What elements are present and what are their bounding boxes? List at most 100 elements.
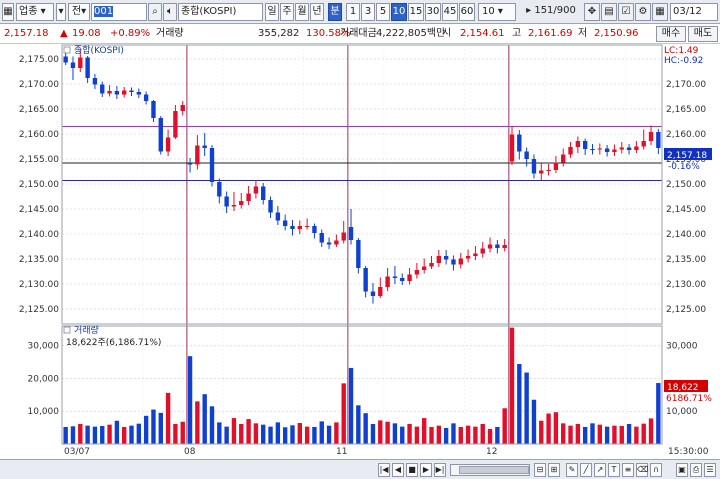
- volume-bar: [107, 424, 112, 444]
- volume-bar: [231, 418, 237, 444]
- scrollbar-thumb[interactable]: [459, 466, 529, 474]
- candle-body: [85, 57, 90, 78]
- volume-bar: [604, 426, 610, 444]
- high-label: 고: [512, 28, 522, 39]
- price-tick-left: 2,165.00: [19, 105, 59, 115]
- category-select[interactable]: 업종 ▾: [16, 3, 54, 21]
- hc-label: HC:-0.92: [664, 56, 703, 66]
- volume-bar: [70, 426, 76, 444]
- period-year[interactable]: 년: [310, 3, 324, 21]
- scroll-prev-button[interactable]: ◀: [392, 463, 404, 477]
- candle-body: [363, 268, 368, 292]
- x-label-0307: 03/07: [64, 447, 90, 457]
- speaker-icon[interactable]: 🔈︎: [163, 3, 177, 21]
- volume-bar: [356, 405, 361, 444]
- volume-bar: [202, 394, 207, 444]
- candle-body: [151, 101, 156, 118]
- price-tick-left: 2,160.00: [19, 130, 59, 140]
- scroll-last-button[interactable]: ▶|: [434, 463, 446, 477]
- period-day[interactable]: 일: [265, 3, 279, 21]
- candle-body: [319, 233, 324, 243]
- calendar-icon[interactable]: ▦: [652, 3, 668, 21]
- category-dropdown-icon[interactable]: ▾: [56, 3, 66, 21]
- volume-bar: [480, 424, 485, 444]
- settings-icon[interactable]: ⚙: [635, 3, 651, 21]
- volume-bar: [253, 423, 259, 444]
- crosshair-icon[interactable]: ✥: [584, 3, 600, 21]
- candle-body: [648, 132, 654, 141]
- x-time-label: 15:30:00: [668, 447, 709, 457]
- candle-body: [158, 118, 163, 152]
- arrow-tool-icon[interactable]: ↗: [594, 463, 606, 477]
- period-week[interactable]: 주: [280, 3, 294, 21]
- open-label: 시: [442, 28, 452, 39]
- table-icon[interactable]: ▤: [601, 3, 617, 21]
- minute-10[interactable]: 10: [391, 3, 407, 21]
- chart-scrollbar[interactable]: [450, 464, 530, 476]
- candle-body: [634, 146, 639, 150]
- market-select[interactable]: 전▾: [68, 3, 90, 21]
- low-label: 저: [578, 28, 588, 39]
- grid-icon[interactable]: ▦: [2, 3, 14, 21]
- volume-bar: [546, 413, 551, 444]
- volume-tick-left: 30,000: [28, 342, 60, 352]
- candle-body: [92, 78, 98, 85]
- candle-body: [509, 134, 515, 162]
- checkbox-icon[interactable]: ☑: [618, 3, 634, 21]
- minute-45[interactable]: 45: [442, 3, 458, 21]
- line-tool-icon[interactable]: ╱: [580, 463, 592, 477]
- magnet-tool-icon[interactable]: ∩: [650, 463, 662, 477]
- candle-body: [553, 162, 559, 170]
- volume-bar: [187, 356, 193, 444]
- print-icon[interactable]: ⎙: [690, 463, 702, 477]
- range-value: 151/900: [534, 5, 576, 16]
- volume-bar: [348, 367, 354, 444]
- current-volume-marker-text: 18,622: [667, 383, 699, 393]
- candle-body: [253, 186, 259, 194]
- index-name-field[interactable]: 종합(KOSPI): [178, 3, 263, 21]
- scroll-first-button[interactable]: |◀: [378, 463, 390, 477]
- quote-info-bar: 2,157.18 ▲ 19.08 +0.89% 거래량 355,282 130.…: [0, 24, 720, 44]
- text-tool-icon[interactable]: T: [608, 463, 620, 477]
- draw-tool-icon[interactable]: ✎: [566, 463, 578, 477]
- low-value: 2,150.96: [594, 28, 639, 39]
- candle-body: [239, 201, 244, 205]
- date-field[interactable]: 03/12: [670, 3, 718, 21]
- price-volume-chart[interactable]: 2,175.00 2,170.00 2,170.00 2,165.00 2,165.00…: [0, 44, 720, 459]
- zoom-out-icon[interactable]: ⊟: [534, 463, 546, 477]
- fibonacci-tool-icon[interactable]: ≡: [622, 463, 634, 477]
- minute-15[interactable]: 15: [408, 3, 424, 21]
- minute-5[interactable]: 5: [376, 3, 390, 21]
- volume-bar: [165, 392, 171, 444]
- volume-bar: [473, 426, 478, 444]
- candle-body: [268, 200, 273, 213]
- code-input[interactable]: 001: [91, 3, 147, 21]
- minute-3[interactable]: 3: [361, 3, 375, 21]
- volume-bar: [597, 424, 602, 444]
- candle-body: [202, 145, 207, 148]
- period-month[interactable]: 월: [295, 3, 309, 21]
- candle-body: [261, 186, 266, 200]
- buy-button[interactable]: 매수: [656, 26, 686, 42]
- minute-60[interactable]: 60: [459, 3, 475, 21]
- sell-button[interactable]: 매도: [688, 26, 718, 42]
- range-display: ▸ 151/900: [526, 5, 576, 16]
- volume-bar: [451, 423, 456, 444]
- candle-body: [356, 240, 361, 268]
- scroll-next-button[interactable]: ▶: [420, 463, 432, 477]
- save-icon[interactable]: ▣: [676, 463, 688, 477]
- zoom-in-icon[interactable]: ⊞: [548, 463, 560, 477]
- volume-bar: [495, 426, 500, 444]
- search-icon[interactable]: ⌕: [148, 3, 162, 21]
- scroll-stop-button[interactable]: ■: [406, 463, 418, 477]
- volume-bar: [502, 408, 507, 444]
- period-minute[interactable]: 분: [328, 3, 342, 21]
- minute-1[interactable]: 1: [346, 3, 360, 21]
- menu-icon[interactable]: ☰: [704, 463, 716, 477]
- eraser-tool-icon[interactable]: ⌫: [636, 463, 648, 477]
- candle-body: [217, 182, 222, 197]
- count-select[interactable]: 10 ▾: [478, 3, 516, 21]
- current-volume-pct: 6186.71%: [666, 394, 712, 404]
- volume-bar: [319, 421, 324, 444]
- minute-30[interactable]: 30: [425, 3, 441, 21]
